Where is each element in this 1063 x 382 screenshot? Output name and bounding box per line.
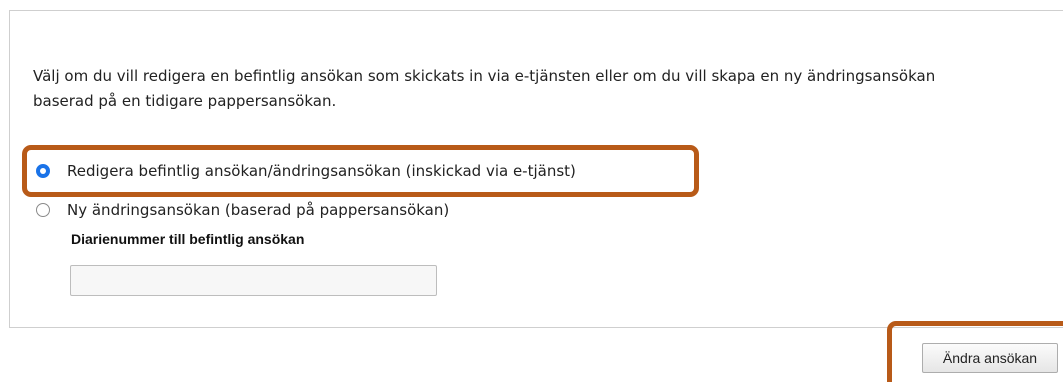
radio-unselected-icon[interactable] (36, 203, 50, 217)
option-edit-existing[interactable]: Redigera befintlig ansökan/ändringsansök… (36, 162, 576, 180)
radio-selected-icon[interactable] (36, 164, 50, 178)
intro-text: Välj om du vill redigera en befintlig an… (33, 67, 936, 110)
option-new-change-application-label[interactable]: Ny ändringsansökan (baserad på pappersan… (67, 201, 449, 219)
diarienummer-label: Diarienummer till befintlig ansökan (71, 231, 305, 247)
option-edit-existing-label[interactable]: Redigera befintlig ansökan/ändringsansök… (67, 162, 576, 180)
option-new-change-application[interactable]: Ny ändringsansökan (baserad på pappersan… (36, 201, 449, 219)
diarienummer-input[interactable] (70, 265, 437, 296)
andra-ansokan-button[interactable]: Ändra ansökan (922, 343, 1058, 373)
